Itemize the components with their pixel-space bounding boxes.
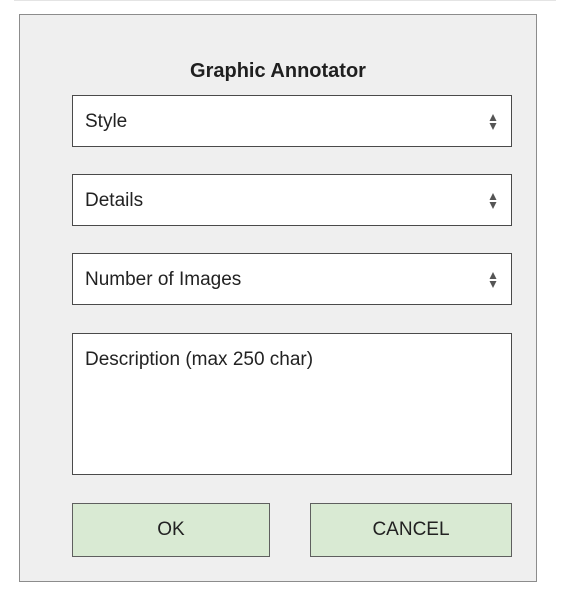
style-select[interactable]: Style (72, 95, 512, 147)
description-textarea[interactable]: Description (max 250 char) (72, 333, 512, 475)
style-select-label: Style (85, 111, 128, 132)
top-divider (14, 0, 556, 1)
page: Graphic Annotator Style Details Number o… (0, 0, 570, 592)
number-of-images-select-label: Number of Images (85, 269, 242, 290)
dialog-title: Graphic Annotator (190, 60, 366, 82)
cancel-button[interactable]: CANCEL (310, 503, 512, 557)
details-select-label: Details (85, 190, 144, 211)
ok-button[interactable]: OK (72, 503, 270, 557)
number-of-images-select[interactable]: Number of Images (72, 253, 512, 305)
select-arrows-icon (489, 272, 497, 288)
details-select[interactable]: Details (72, 174, 512, 226)
select-arrows-icon (489, 114, 497, 130)
graphic-annotator-dialog: Graphic Annotator Style Details Number o… (19, 14, 537, 582)
description-placeholder: Description (max 250 char) (85, 349, 314, 370)
select-arrows-icon (489, 193, 497, 209)
